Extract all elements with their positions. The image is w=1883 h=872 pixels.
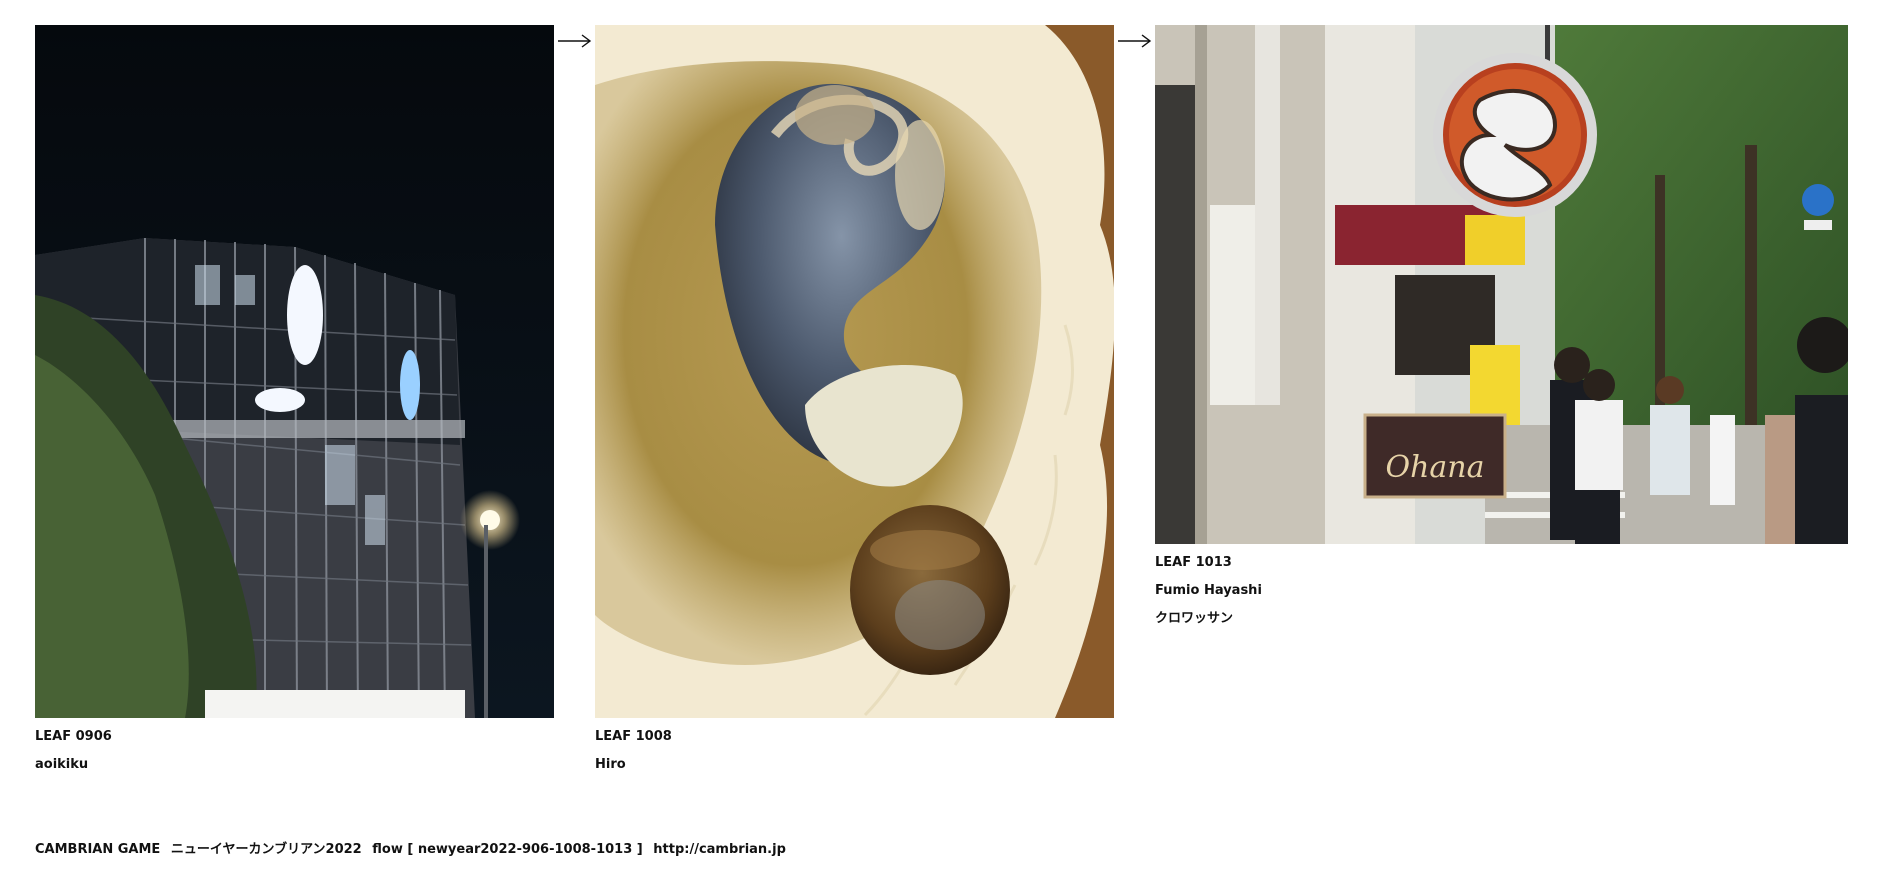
- footer-url-link[interactable]: http://cambrian.jp: [653, 842, 786, 857]
- leaf-0906-label: LEAF 0906: [35, 729, 112, 744]
- arrow-right-icon: [558, 34, 592, 48]
- leaf-1013-title: クロワッサン: [1155, 611, 1234, 626]
- leaf-1008-author: Hiro: [595, 757, 626, 772]
- footer: CAMBRIAN GAME ニューイヤーカンブリアン2022 flow [ ne…: [35, 838, 786, 857]
- footer-event: ニューイヤーカンブリアン2022: [170, 842, 362, 857]
- leaf-1013-author: Fumio Hayashi: [1155, 583, 1262, 598]
- leaf-1008-label: LEAF 1008: [595, 729, 672, 744]
- ohana-sign-text: Ohana: [1385, 450, 1484, 485]
- leaf-0906-author: aoikiku: [35, 757, 89, 772]
- footer-flow: flow [ newyear2022-906-1008-1013 ]: [372, 842, 643, 857]
- leaf-0906-image[interactable]: [35, 25, 554, 718]
- night-building-photo: [35, 25, 554, 718]
- turban-shell-dish-photo: [595, 25, 1114, 718]
- arrow-right-icon: [1118, 34, 1152, 48]
- croissant-street-sign-photo: Ohana: [1155, 25, 1848, 544]
- leaf-1008-image[interactable]: [595, 25, 1114, 718]
- leaf-1013-label: LEAF 1013: [1155, 555, 1232, 570]
- footer-game: CAMBRIAN GAME: [35, 842, 161, 857]
- leaf-1013-image[interactable]: Ohana: [1155, 25, 1848, 544]
